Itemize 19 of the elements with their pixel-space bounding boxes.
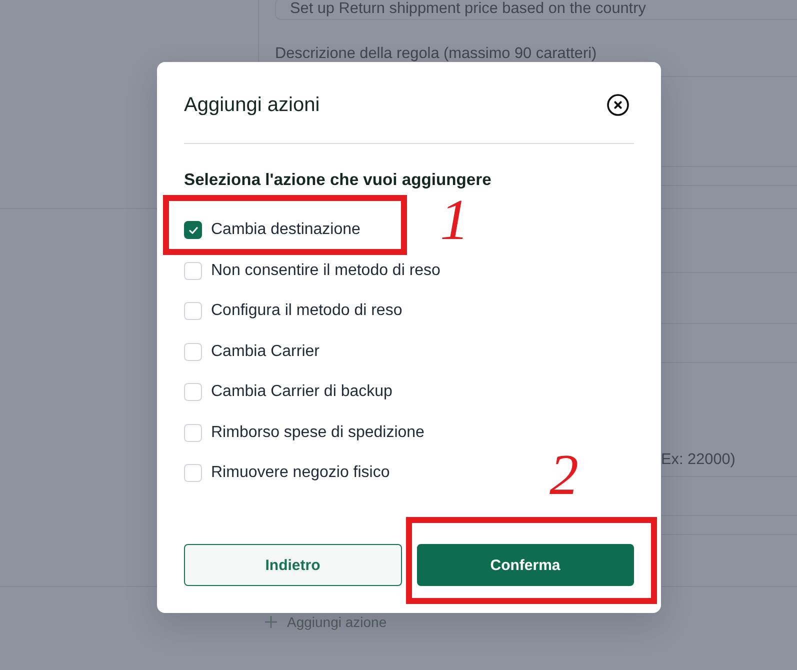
close-icon[interactable] — [607, 94, 629, 116]
checkbox[interactable] — [184, 221, 202, 239]
annotation-number: 1 — [440, 191, 469, 249]
back-button[interactable]: Indietro — [184, 544, 402, 586]
confirm-button[interactable]: Conferma — [416, 544, 634, 586]
option-label[interactable]: Rimborso spese di spedizione — [211, 422, 424, 444]
dialog-prompt: Seleziona l'azione che vuoi aggiungere — [184, 169, 492, 191]
option-label[interactable]: Non consentire il metodo di reso — [211, 260, 440, 282]
checkmark-icon — [188, 226, 198, 234]
dialog-title: Aggiungi azioni — [184, 94, 320, 116]
plus-icon — [265, 616, 277, 628]
field-label: Descrizione della regola (massimo 90 caratteri) — [275, 46, 597, 62]
annotation-number: 2 — [550, 446, 578, 504]
option-label[interactable]: Cambia destinazione — [211, 219, 360, 241]
option-label[interactable]: Cambia Carrier di backup — [211, 381, 392, 403]
option-label[interactable]: Rimuovere negozio fisico — [211, 462, 390, 484]
hint-text: Ex: 22000) — [661, 452, 736, 468]
option-label[interactable]: Cambia Carrier — [211, 340, 320, 362]
option-label[interactable]: Configura il metodo di reso — [211, 300, 402, 322]
